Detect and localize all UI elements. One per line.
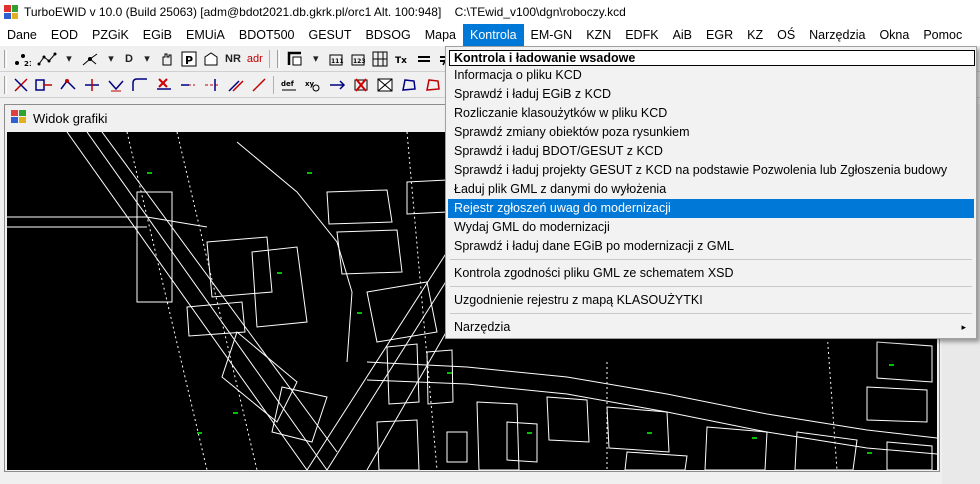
menu-egr[interactable]: EGR [699,24,740,46]
menu-bdot500[interactable]: BDOT500 [232,24,302,46]
edit-vertex-icon[interactable] [33,75,55,95]
d-button[interactable]: D [121,49,137,69]
menu-egib[interactable]: EGiB [136,24,179,46]
split-line-icon[interactable] [81,75,103,95]
menu-gesut[interactable]: GESUT [301,24,358,46]
menu-bar: Dane EOD PZGiK EGiB EMUiA BDOT500 GESUT … [0,24,980,46]
menu-item-rozliczanie-klasouzytkow[interactable]: Rozliczanie klasoużytków w pliku KCD [448,104,974,123]
submenu-arrow-icon: ▸ [961,322,966,332]
measure-length-icon[interactable]: 123 [348,49,368,69]
toolbar-grip[interactable] [4,75,7,94]
polygon-icon[interactable] [398,75,420,95]
hand-icon[interactable] [157,49,177,69]
status-strip [0,472,942,484]
menu-item-projekty-gesut[interactable]: Sprawdź i ładuj projekty GESUT z KCD na … [448,161,974,180]
svg-text:P: P [185,54,193,67]
menu-narzedzia[interactable]: Narzędzia [802,24,872,46]
points-icon[interactable]: 21 [11,49,33,69]
building-icon[interactable] [201,49,221,69]
menu-okna[interactable]: Okna [872,24,916,46]
menu-dane[interactable]: Dane [0,24,44,46]
toolbar-grip[interactable] [4,49,7,68]
menu-item-wydaj-gml[interactable]: Wydaj GML do modernizacji [448,218,974,237]
delete-node-icon[interactable] [350,75,372,95]
menu-item-sprawdz-egib-kcd[interactable]: Sprawdź i ładuj EGiB z KCD [448,85,974,104]
menu-separator [450,313,972,314]
menu-item-kontrola-xsd[interactable]: Kontrola zgodności pliku GML ze schemate… [448,264,974,283]
menu-item-informacja-kcd[interactable]: Informacja o pliku KCD [448,66,974,85]
polygon-red-icon[interactable] [422,75,444,95]
app-icon [4,5,18,19]
svg-text:Tx: Tx [395,56,407,66]
branch-icon[interactable] [79,49,101,69]
dropdown-arrow-icon[interactable]: ▾ [103,49,119,69]
graphics-window-title: Widok grafiki [33,110,108,126]
selection-icon[interactable] [284,49,306,69]
delete-segment-icon[interactable] [153,75,175,95]
diagonal-line-icon[interactable] [249,75,269,95]
connect-icon[interactable] [105,75,127,95]
dropdown-header: Kontrola i ładowanie wsadowe [449,50,975,66]
menu-os[interactable]: OŚ [770,24,802,46]
measure-distance-icon[interactable]: def [278,75,300,95]
move-vertex-icon[interactable] [57,75,79,95]
dropdown-arrow-icon[interactable]: ▾ [61,49,77,69]
menu-kz[interactable]: KZ [740,24,770,46]
menu-item-rejestr-zgloszen[interactable]: Rejestr zgłoszeń uwag do modernizacji [448,199,974,218]
menu-pomoc[interactable]: Pomoc [916,24,969,46]
toolbar-separator [268,49,270,68]
dropdown-arrow-icon[interactable]: ▾ [308,49,324,69]
offset-icon[interactable] [225,75,247,95]
menu-kontrola[interactable]: Kontrola [462,24,524,46]
svg-text:123: 123 [353,58,366,65]
menu-mapa[interactable]: Mapa [418,24,463,46]
menu-eod[interactable]: EOD [44,24,85,46]
menu-aib[interactable]: AiB [666,24,699,46]
menu-emuia[interactable]: EMUiA [179,24,232,46]
dropdown-arrow-icon[interactable]: ▾ [139,49,155,69]
toolbar-separator [273,75,274,94]
split-arrow-icon[interactable] [326,75,348,95]
p-parcel-icon[interactable]: P [179,49,199,69]
menu-item-zmiany-poza-rysunkiem[interactable]: Sprawdź zmiany obiektów poza rysunkiem [448,123,974,142]
menu-bdsog[interactable]: BDSOG [359,24,418,46]
menu-em-gn[interactable]: EM-GN [524,24,580,46]
window-grid-icon [11,109,27,127]
polyline-points-icon[interactable] [35,49,59,69]
map-sheet-icon[interactable] [374,75,396,95]
menu-item-sprawdz-egib-gml[interactable]: Sprawdź i ładuj dane EGiB po modernizacj… [448,237,974,256]
toolbar-grip[interactable] [276,49,280,68]
coordinate-icon[interactable]: xy [302,75,324,95]
equal-lines-icon[interactable] [414,49,434,69]
kontrola-dropdown-menu: Kontrola i ładowanie wsadowe Informacja … [445,46,977,339]
menu-pzgik[interactable]: PZGiK [85,24,136,46]
trim-icon[interactable] [201,75,223,95]
menu-edfk[interactable]: EDFK [618,24,665,46]
submenu-label: Narzędzia [454,320,511,334]
extend-line-icon[interactable] [177,75,199,95]
svg-text:def: def [281,80,295,88]
fillet-icon[interactable] [129,75,151,95]
measure-area-icon[interactable]: 111 [326,49,346,69]
svg-text:21: 21 [24,60,31,67]
menu-kzn[interactable]: KZN [579,24,618,46]
grid-icon[interactable] [370,49,390,69]
menu-separator [450,286,972,287]
nr-button[interactable]: NR [223,49,243,69]
adr-button[interactable]: adr [245,49,265,69]
menu-item-uzgodnienie-rejestru[interactable]: Uzgodnienie rejestru z mapą KLASOUŻYTKI [448,291,974,310]
title-bar: TurboEWID v 10.0 (Build 25063) [adm@bdot… [0,0,980,24]
draw-line-icon[interactable] [11,75,31,95]
menu-item-narzedzia-submenu[interactable]: Narzędzia ▸ [448,318,974,337]
menu-separator [450,259,972,260]
menu-item-sprawdz-bdot-gesut[interactable]: Sprawdź i ładuj BDOT/GESUT z KCD [448,142,974,161]
menu-item-laduj-gml-wylozenie[interactable]: Ładuj plik GML z danymi do wyłożenia [448,180,974,199]
svg-text:111: 111 [331,58,344,65]
text-tool-icon[interactable]: Tx [392,49,412,69]
window-title: TurboEWID v 10.0 (Build 25063) [adm@bdot… [24,5,626,19]
